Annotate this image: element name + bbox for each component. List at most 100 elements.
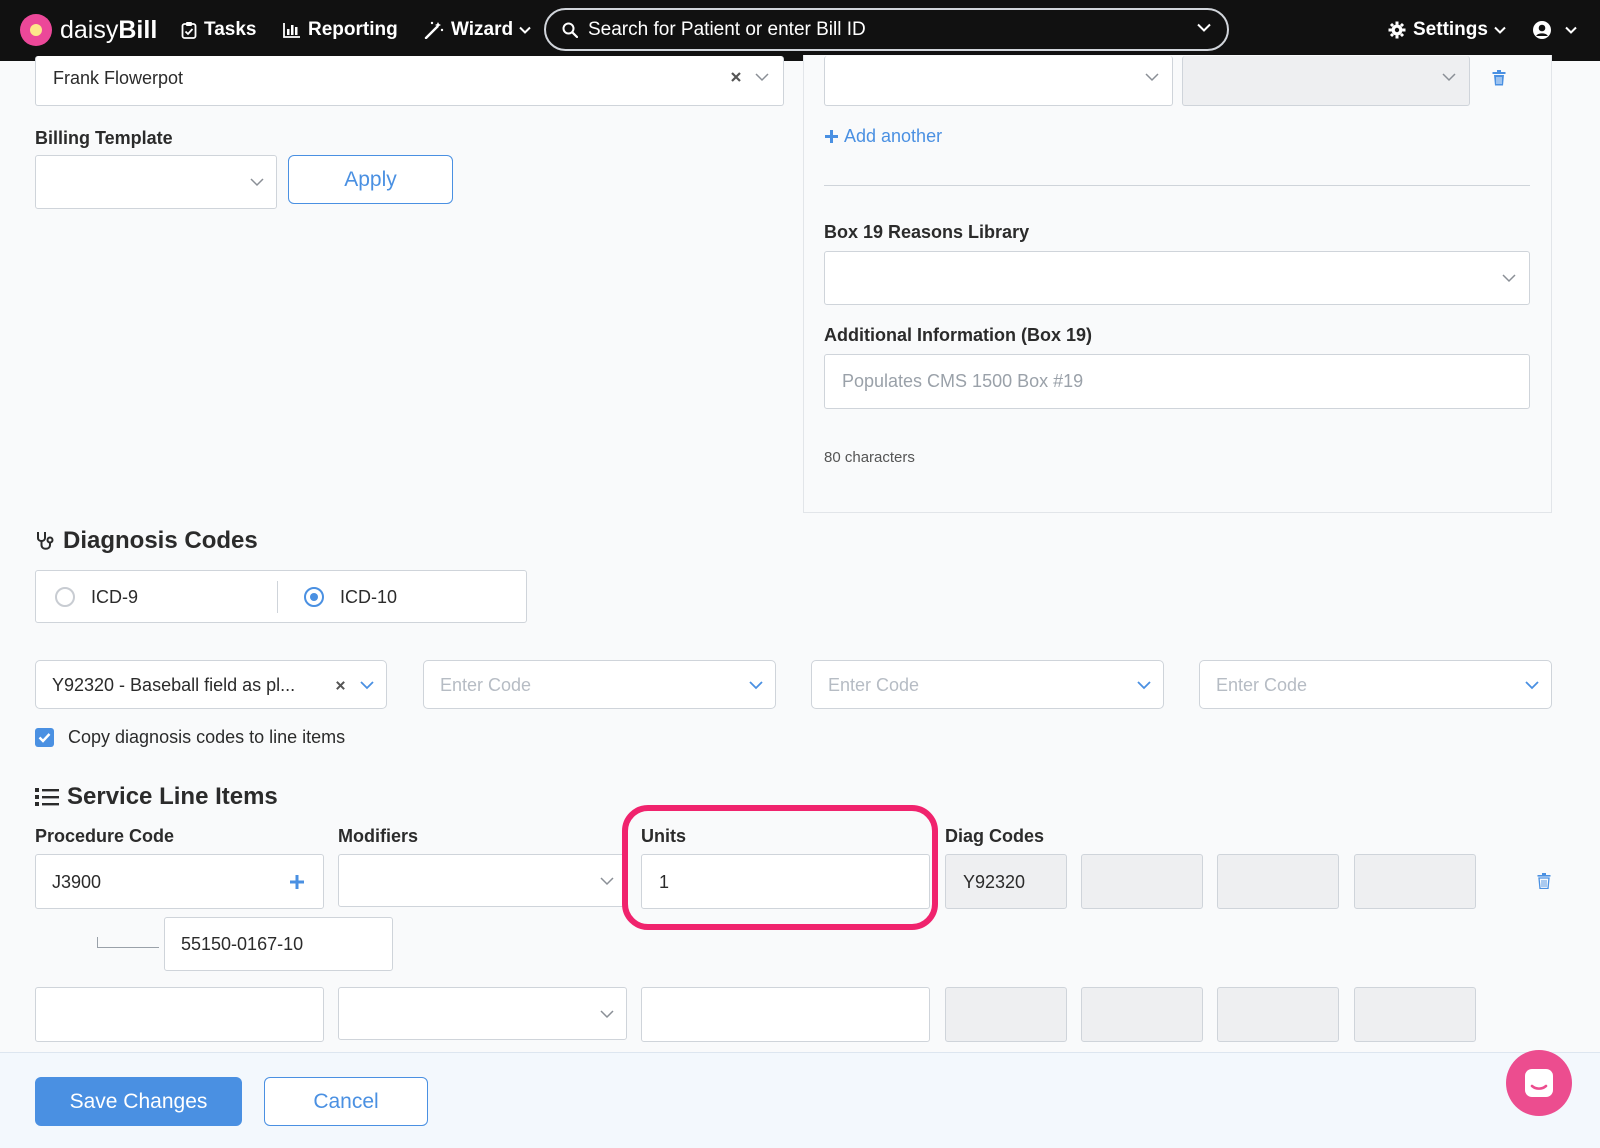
save-changes-button[interactable]: Save Changes bbox=[35, 1077, 242, 1126]
diagnosis-code-2-select[interactable]: Enter Code bbox=[423, 660, 776, 709]
provider-select[interactable]: Frank Flowerpot bbox=[35, 56, 784, 106]
daisy-flower-icon bbox=[20, 14, 52, 46]
divider bbox=[824, 185, 1530, 186]
nav-settings[interactable]: Settings bbox=[1388, 16, 1506, 44]
toggle-divider bbox=[277, 581, 278, 613]
user-menu[interactable] bbox=[1532, 16, 1577, 44]
additional-info-placeholder: Populates CMS 1500 Box #19 bbox=[842, 371, 1084, 391]
additional-info-label: Additional Information (Box 19) bbox=[824, 325, 1092, 345]
additional-info-input[interactable]: Populates CMS 1500 Box #19 bbox=[824, 354, 1530, 409]
chevron-down-icon bbox=[1137, 681, 1151, 690]
diagnosis-codes-heading: Diagnosis Codes bbox=[35, 527, 258, 555]
col-procedure-code: Procedure Code bbox=[35, 826, 175, 846]
trash-icon[interactable] bbox=[1537, 873, 1551, 889]
add-another-link[interactable]: Add another bbox=[824, 126, 942, 147]
diag-code-pointer-4[interactable] bbox=[1354, 854, 1476, 909]
diag-code-pointer-3[interactable] bbox=[1217, 854, 1339, 909]
col-modifiers: Modifiers bbox=[338, 826, 419, 846]
clear-icon[interactable] bbox=[335, 680, 346, 691]
right-top-select-2[interactable] bbox=[1182, 56, 1470, 106]
nav-reporting[interactable]: Reporting bbox=[283, 16, 398, 44]
billing-template-select[interactable] bbox=[35, 155, 277, 209]
chat-icon bbox=[1525, 1069, 1553, 1097]
icd10-radio[interactable] bbox=[304, 587, 324, 607]
icd-version-toggle: ICD-9 ICD-10 bbox=[35, 570, 527, 623]
diag-code-pointer-1-value: Y92320 bbox=[963, 872, 1026, 892]
diagnosis-code-3-placeholder: Enter Code bbox=[828, 675, 920, 695]
nav-reporting-label: Reporting bbox=[308, 19, 398, 40]
stethoscope-icon bbox=[37, 532, 54, 550]
diagnosis-code-4-placeholder: Enter Code bbox=[1216, 675, 1308, 695]
modifiers-select-row2[interactable] bbox=[338, 987, 627, 1040]
chevron-down-icon bbox=[600, 877, 614, 886]
ndc-value: 55150-0167-10 bbox=[181, 934, 304, 954]
service-lines-heading-text: Service Line Items bbox=[67, 783, 278, 810]
chevron-down-icon bbox=[250, 178, 264, 187]
nav-wizard[interactable]: Wizard bbox=[424, 16, 531, 44]
chevron-down-icon[interactable] bbox=[1197, 23, 1211, 32]
units-input-row2[interactable] bbox=[641, 987, 930, 1042]
service-line-items-heading: Service Line Items bbox=[35, 783, 278, 811]
search-icon bbox=[562, 22, 578, 38]
ndc-input[interactable]: 55150-0167-10 bbox=[164, 917, 393, 971]
icd9-radio[interactable] bbox=[55, 587, 75, 607]
chevron-down-icon bbox=[1565, 26, 1577, 34]
chat-launcher-button[interactable] bbox=[1506, 1050, 1572, 1116]
form-footer: Save Changes Cancel bbox=[0, 1052, 1600, 1148]
diag-code-pointer-2[interactable] bbox=[1081, 854, 1203, 909]
chevron-down-icon bbox=[1502, 274, 1516, 283]
add-another-label: Add another bbox=[844, 126, 943, 146]
chevron-down-icon bbox=[519, 26, 531, 34]
diagnosis-heading-text: Diagnosis Codes bbox=[63, 527, 258, 554]
nav-settings-label: Settings bbox=[1413, 19, 1488, 40]
plus-icon[interactable] bbox=[289, 874, 305, 890]
procedure-code-value: J3900 bbox=[52, 872, 102, 892]
check-icon bbox=[38, 733, 51, 743]
chevron-down-icon bbox=[749, 681, 763, 690]
search-placeholder: Search for Patient or enter Bill ID bbox=[588, 18, 866, 40]
billing-template-label: Billing Template bbox=[35, 128, 173, 148]
diagnosis-code-1-select[interactable]: Y92320 - Baseball field as pl... bbox=[35, 660, 387, 709]
char-count: 80 characters bbox=[824, 449, 915, 466]
ndc-connector bbox=[97, 937, 159, 948]
modifiers-select[interactable] bbox=[338, 854, 627, 907]
chevron-down-icon bbox=[755, 73, 769, 82]
chevron-down-icon bbox=[1145, 73, 1159, 82]
diagnosis-code-1-value: Y92320 - Baseball field as pl... bbox=[52, 675, 296, 695]
chevron-down-icon bbox=[360, 681, 374, 690]
patient-search-input[interactable]: Search for Patient or enter Bill ID bbox=[544, 8, 1229, 51]
trash-icon[interactable] bbox=[1492, 70, 1506, 86]
box19-library-label: Box 19 Reasons Library bbox=[824, 222, 1030, 242]
copy-codes-label: Copy diagnosis codes to line items bbox=[68, 727, 346, 747]
nav-tasks-label: Tasks bbox=[204, 19, 257, 40]
diag-code-pointer-4-row2[interactable] bbox=[1354, 987, 1476, 1042]
box19-library-select[interactable] bbox=[824, 251, 1530, 305]
diag-code-pointer-1-row2[interactable] bbox=[945, 987, 1067, 1042]
top-nav: daisyBill Tasks Reporting Wizard Search … bbox=[0, 0, 1600, 61]
procedure-code-input-row2[interactable] bbox=[35, 987, 324, 1042]
cancel-button[interactable]: Cancel bbox=[264, 1077, 428, 1126]
gear-icon bbox=[1388, 21, 1406, 39]
provider-value: Frank Flowerpot bbox=[53, 68, 184, 88]
diag-code-pointer-2-row2[interactable] bbox=[1081, 987, 1203, 1042]
icd10-label: ICD-10 bbox=[340, 587, 398, 607]
apply-button[interactable]: Apply bbox=[288, 155, 453, 204]
clear-icon[interactable] bbox=[730, 71, 742, 83]
nav-tasks[interactable]: Tasks bbox=[181, 16, 256, 44]
chevron-down-icon bbox=[1494, 26, 1506, 34]
diag-code-pointer-1[interactable]: Y92320 bbox=[945, 854, 1067, 909]
copy-codes-checkbox[interactable] bbox=[35, 728, 54, 747]
chevron-down-icon bbox=[600, 1010, 614, 1019]
daisybill-logo[interactable]: daisyBill bbox=[20, 12, 157, 48]
icd9-label: ICD-9 bbox=[91, 587, 139, 607]
list-icon bbox=[35, 788, 59, 806]
diagnosis-code-3-select[interactable]: Enter Code bbox=[811, 660, 1164, 709]
user-circle-icon bbox=[1533, 21, 1551, 39]
diagnosis-code-4-select[interactable]: Enter Code bbox=[1199, 660, 1552, 709]
right-top-select-1[interactable] bbox=[824, 56, 1173, 106]
diag-code-pointer-3-row2[interactable] bbox=[1217, 987, 1339, 1042]
col-diag-codes: Diag Codes bbox=[945, 826, 1045, 846]
chevron-down-icon bbox=[1442, 73, 1456, 82]
procedure-code-input[interactable]: J3900 bbox=[35, 854, 324, 909]
clipboard-check-icon bbox=[181, 22, 197, 39]
